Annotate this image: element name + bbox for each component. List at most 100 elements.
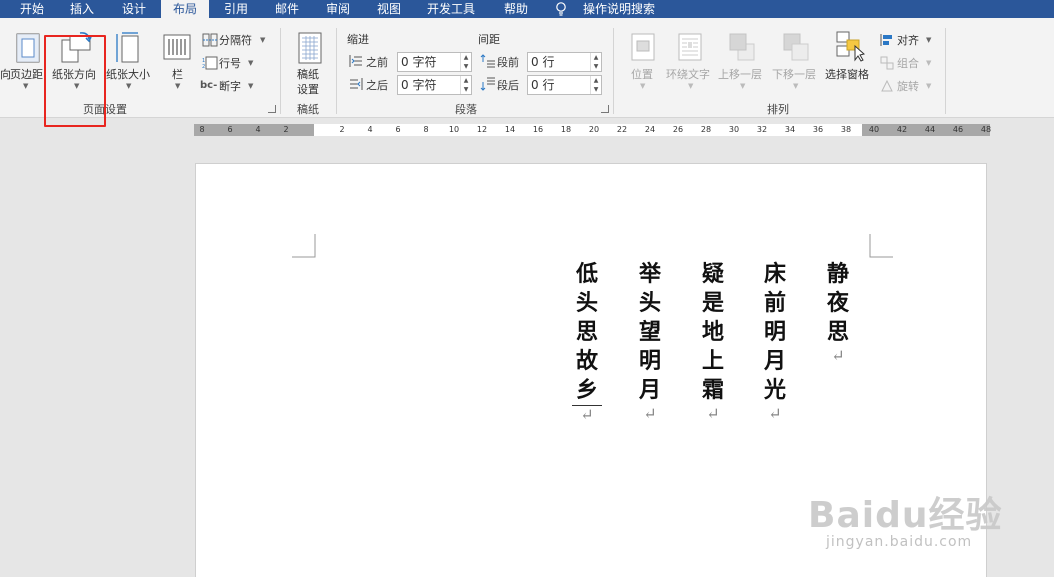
tab-insert[interactable]: 插入	[58, 0, 106, 18]
manuscript-setup-button[interactable]: 稿纸	[297, 66, 319, 82]
line-numbers-button[interactable]: 行号	[219, 55, 241, 71]
space-before-value[interactable]: 0 行	[531, 55, 554, 69]
space-before-input[interactable]: 0 行 ▲ ▼	[527, 52, 602, 72]
poem-character[interactable]: 望	[635, 318, 665, 347]
chevron-down-icon[interactable]: ▼	[688, 82, 693, 90]
indent-before-value[interactable]: 0 字符	[401, 55, 436, 69]
poem-character[interactable]: 头	[635, 289, 665, 318]
poem-line-1[interactable]: 床前明月光 ↵	[760, 260, 790, 423]
poem-line-1-text[interactable]: 床前明月光	[760, 260, 790, 405]
indent-after-input[interactable]: 0 字符 ▲ ▼	[397, 75, 472, 95]
group-label-arrange: 排列	[767, 103, 789, 116]
breaks-button[interactable]: 分隔符	[219, 32, 252, 48]
tab-developer[interactable]: 开发工具	[416, 0, 486, 18]
space-after-label: 段后	[497, 79, 519, 92]
poem-character[interactable]: 静	[823, 260, 853, 289]
hyphenation-button[interactable]: 断字	[219, 78, 241, 94]
tab-help[interactable]: 帮助	[492, 0, 540, 18]
chevron-down-icon[interactable]: ▼	[248, 82, 253, 90]
indent-before-input[interactable]: 0 字符 ▲ ▼	[397, 52, 472, 72]
ruler-number: 28	[700, 125, 712, 134]
indent-after-label: 之后	[366, 79, 388, 92]
wrap-text-button[interactable]: 环绕文字	[666, 66, 710, 82]
tab-home[interactable]: 开始	[10, 0, 54, 18]
spinner-arrows-icon[interactable]: ▲ ▼	[590, 53, 601, 71]
poem-character[interactable]: 夜	[823, 289, 853, 318]
chevron-down-icon[interactable]: ▼	[640, 82, 645, 90]
chevron-down-icon[interactable]: ▼	[926, 82, 931, 90]
chevron-down-icon[interactable]: ▼	[740, 82, 745, 90]
poem-character[interactable]: 床	[760, 260, 790, 289]
spinner-arrows-icon[interactable]: ▲ ▼	[460, 76, 471, 94]
chevron-down-icon[interactable]: ▼	[126, 82, 131, 90]
poem-line-2[interactable]: 疑是地上霜 ↵	[698, 260, 728, 423]
poem-character[interactable]: 故	[572, 347, 602, 376]
poem-character[interactable]: 霜	[698, 376, 728, 405]
tab-mailings[interactable]: 邮件	[263, 0, 311, 18]
margin-corner-mark-right	[869, 234, 893, 258]
tab-design[interactable]: 设计	[110, 0, 158, 18]
margins-button[interactable]: 页边距	[10, 66, 43, 82]
tab-layout[interactable]: 布局	[161, 0, 209, 18]
tell-me-search[interactable]: 操作说明搜索	[583, 0, 655, 18]
poem-line-4-text[interactable]: 低头思故乡	[572, 260, 602, 405]
poem-character[interactable]: 明	[635, 347, 665, 376]
space-after-value[interactable]: 0 行	[531, 78, 554, 92]
chevron-down-icon[interactable]: ▼	[793, 82, 798, 90]
position-button[interactable]: 位置	[631, 66, 653, 82]
chevron-down-icon[interactable]: ▼	[260, 36, 265, 44]
poem-character[interactable]: 地	[698, 318, 728, 347]
bring-forward-button[interactable]: 上移一层	[718, 66, 762, 82]
poem-line-4[interactable]: 低头思故乡 ↵	[572, 260, 602, 424]
chevron-down-icon[interactable]: ▼	[248, 59, 253, 67]
poem-character[interactable]: 月	[635, 376, 665, 405]
poem-character[interactable]: 明	[760, 318, 790, 347]
poem-character[interactable]: 思	[823, 318, 853, 347]
poem-character[interactable]: 举	[635, 260, 665, 289]
poem-title-text[interactable]: 静夜思	[823, 260, 853, 347]
paper-size-button[interactable]: 纸张大小	[106, 66, 150, 82]
spinner-arrows-icon[interactable]: ▲ ▼	[460, 53, 471, 71]
chevron-down-icon[interactable]: ▼	[926, 59, 931, 67]
send-backward-icon	[783, 33, 809, 61]
poem-character[interactable]: 是	[698, 289, 728, 318]
manuscript-setup-button-line2[interactable]: 设置	[297, 81, 319, 97]
poem-character[interactable]: 乡	[572, 376, 602, 405]
poem-character[interactable]: 思	[572, 318, 602, 347]
chevron-down-icon[interactable]: ▼	[926, 36, 931, 44]
send-backward-button[interactable]: 下移一层	[772, 66, 816, 82]
poem-title[interactable]: 静夜思 ↵	[823, 260, 853, 365]
tab-view[interactable]: 视图	[365, 0, 413, 18]
dialog-launcher-icon[interactable]	[268, 105, 276, 113]
columns-button[interactable]: 栏	[172, 66, 183, 82]
poem-line-3-text[interactable]: 举头望明月	[635, 260, 665, 405]
poem-character[interactable]: 头	[572, 289, 602, 318]
chevron-down-icon[interactable]: ▼	[175, 82, 180, 90]
breaks-icon	[202, 33, 218, 47]
spinner-arrows-icon[interactable]: ▲ ▼	[590, 76, 601, 94]
space-before-label: 段前	[497, 56, 519, 69]
group-button[interactable]: 组合	[897, 55, 919, 71]
space-before-icon	[480, 54, 495, 68]
poem-line-2-text[interactable]: 疑是地上霜	[698, 260, 728, 405]
poem-character[interactable]: 低	[572, 260, 602, 289]
group-label-manuscript: 稿纸	[297, 103, 319, 116]
space-after-input[interactable]: 0 行 ▲ ▼	[527, 75, 602, 95]
paragraph-mark-icon: ↵	[768, 404, 782, 423]
poem-character[interactable]: 上	[698, 347, 728, 376]
poem-character[interactable]: 月	[760, 347, 790, 376]
horizontal-ruler[interactable]: 8 6 4 2 2 4 6 8 10 12 14 16 18 20 22 24 26 28 30 32 34 36 38 40…	[194, 124, 991, 136]
indent-after-value[interactable]: 0 字符	[401, 78, 436, 92]
poem-character[interactable]: 疑	[698, 260, 728, 289]
align-button[interactable]: 对齐	[897, 32, 919, 48]
dialog-launcher-icon[interactable]	[601, 105, 609, 113]
wrap-text-icon	[678, 33, 702, 61]
chevron-down-icon[interactable]: ▼	[23, 82, 28, 90]
poem-line-3[interactable]: 举头望明月 ↵	[635, 260, 665, 423]
selection-pane-button[interactable]: 选择窗格	[825, 66, 869, 82]
poem-character[interactable]: 前	[760, 289, 790, 318]
tab-references[interactable]: 引用	[212, 0, 260, 18]
poem-character[interactable]: 光	[760, 376, 790, 405]
tab-review[interactable]: 审阅	[314, 0, 362, 18]
rotate-button[interactable]: 旋转	[897, 78, 919, 94]
